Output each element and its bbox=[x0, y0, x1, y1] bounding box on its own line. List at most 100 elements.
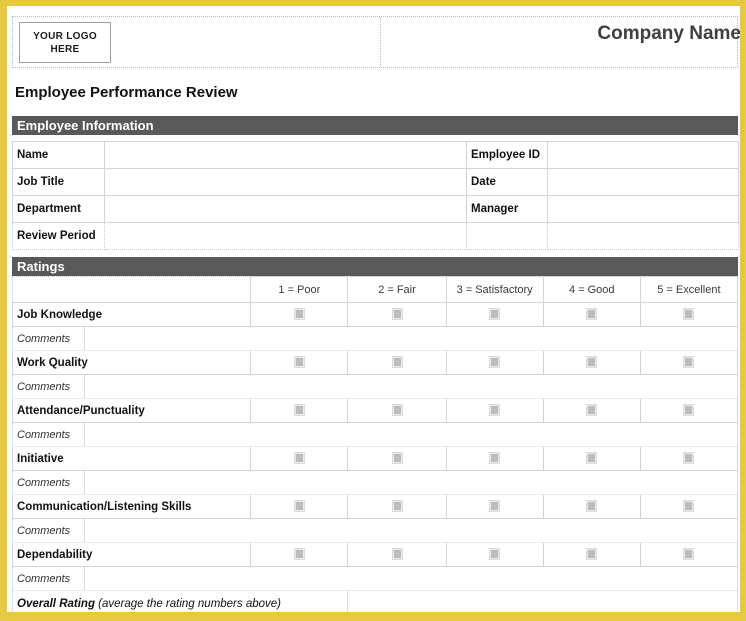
rating-checkbox-4[interactable] bbox=[542, 350, 641, 375]
overall-rating-row: Overall Rating (average the rating numbe… bbox=[11, 590, 738, 612]
field-label-manager: Manager bbox=[466, 195, 548, 223]
rating-checkbox-1[interactable] bbox=[250, 494, 349, 519]
rating-scale-3: 3 = Satisfactory bbox=[445, 276, 544, 303]
checkbox-icon bbox=[683, 452, 695, 465]
rating-checkbox-3[interactable] bbox=[445, 350, 544, 375]
field-value-blank[interactable] bbox=[547, 222, 739, 250]
checkbox-icon bbox=[683, 500, 695, 513]
comments-label: Comments bbox=[11, 326, 86, 351]
field-label-date: Date bbox=[466, 168, 548, 196]
table-row: Job Title Date bbox=[12, 168, 739, 196]
rating-checkbox-5[interactable] bbox=[639, 542, 739, 567]
comments-row: Comments bbox=[11, 422, 738, 447]
checkbox-icon bbox=[293, 452, 305, 465]
overall-rating-value[interactable] bbox=[347, 590, 738, 612]
rating-checkbox-1[interactable] bbox=[250, 398, 349, 423]
section-header-ratings: Ratings bbox=[12, 257, 738, 276]
field-label-name: Name bbox=[12, 141, 105, 169]
rating-checkbox-1[interactable] bbox=[250, 302, 349, 327]
comments-value[interactable] bbox=[84, 518, 738, 543]
checkbox-icon bbox=[391, 404, 403, 417]
checkbox-icon bbox=[586, 404, 598, 417]
rating-checkbox-1[interactable] bbox=[250, 542, 349, 567]
rating-checkbox-5[interactable] bbox=[639, 398, 739, 423]
field-value-manager[interactable] bbox=[547, 195, 739, 223]
rating-checkbox-5[interactable] bbox=[639, 446, 739, 471]
field-value-review-period[interactable] bbox=[104, 222, 467, 250]
rating-category-label: Work Quality bbox=[11, 350, 252, 375]
table-row: Name Employee ID bbox=[12, 141, 739, 169]
comments-row: Comments bbox=[11, 374, 738, 399]
overall-rating-label-cell: Overall Rating (average the rating numbe… bbox=[11, 590, 349, 612]
rating-checkbox-4[interactable] bbox=[542, 494, 641, 519]
field-label-job-title: Job Title bbox=[12, 168, 105, 196]
rating-category-label: Dependability bbox=[11, 542, 252, 567]
logo-line-2: HERE bbox=[50, 43, 80, 55]
rating-scale-5: 5 = Excellent bbox=[639, 276, 739, 303]
rating-checkbox-2[interactable] bbox=[347, 398, 447, 423]
rating-row-communication-listening-skills: Communication/Listening Skills bbox=[11, 494, 739, 519]
rating-checkbox-2[interactable] bbox=[347, 494, 447, 519]
field-value-name[interactable] bbox=[104, 141, 467, 169]
rating-checkbox-3[interactable] bbox=[445, 494, 544, 519]
rating-category-label: Initiative bbox=[11, 446, 252, 471]
field-label-department: Department bbox=[12, 195, 105, 223]
rating-checkbox-2[interactable] bbox=[347, 542, 447, 567]
rating-checkbox-4[interactable] bbox=[542, 542, 641, 567]
comments-value[interactable] bbox=[84, 326, 738, 351]
comments-value[interactable] bbox=[84, 374, 738, 399]
rating-checkbox-4[interactable] bbox=[542, 398, 641, 423]
field-value-date[interactable] bbox=[547, 168, 739, 196]
field-value-employee-id[interactable] bbox=[547, 141, 739, 169]
checkbox-icon bbox=[391, 308, 403, 321]
company-name[interactable]: Company Name bbox=[597, 23, 740, 45]
field-value-department[interactable] bbox=[104, 195, 467, 223]
rating-checkbox-5[interactable] bbox=[639, 350, 739, 375]
checkbox-icon bbox=[489, 452, 501, 465]
rating-checkbox-1[interactable] bbox=[250, 350, 349, 375]
rating-checkbox-2[interactable] bbox=[347, 350, 447, 375]
comments-label: Comments bbox=[11, 566, 86, 591]
comments-value[interactable] bbox=[84, 422, 738, 447]
rating-checkbox-2[interactable] bbox=[347, 302, 447, 327]
rating-checkbox-5[interactable] bbox=[639, 302, 739, 327]
checkbox-icon bbox=[683, 548, 695, 561]
comments-value[interactable] bbox=[84, 566, 738, 591]
table-row: Department Manager bbox=[12, 195, 739, 223]
checkbox-icon bbox=[683, 356, 695, 369]
checkbox-icon bbox=[293, 548, 305, 561]
rating-category-label: Job Knowledge bbox=[11, 302, 252, 327]
rating-checkbox-5[interactable] bbox=[639, 494, 739, 519]
rating-checkbox-4[interactable] bbox=[542, 302, 641, 327]
rating-checkbox-2[interactable] bbox=[347, 446, 447, 471]
checkbox-icon bbox=[489, 500, 501, 513]
checkbox-icon bbox=[391, 452, 403, 465]
rating-checkbox-3[interactable] bbox=[445, 446, 544, 471]
section-header-employee-information: Employee Information bbox=[12, 116, 738, 135]
ratings-corner-cell bbox=[11, 276, 252, 303]
checkbox-icon bbox=[391, 548, 403, 561]
comments-row: Comments bbox=[11, 326, 738, 351]
rating-checkbox-4[interactable] bbox=[542, 446, 641, 471]
overall-rating-note: (average the rating numbers above) bbox=[98, 597, 281, 610]
table-row: Review Period bbox=[12, 222, 739, 250]
comments-value[interactable] bbox=[84, 470, 738, 495]
rating-row-initiative: Initiative bbox=[11, 446, 739, 471]
checkbox-icon bbox=[489, 404, 501, 417]
rating-checkbox-3[interactable] bbox=[445, 302, 544, 327]
comments-row: Comments bbox=[11, 566, 738, 591]
rating-checkbox-3[interactable] bbox=[445, 542, 544, 567]
checkbox-icon bbox=[489, 548, 501, 561]
checkbox-icon bbox=[586, 308, 598, 321]
overall-rating-label: Overall Rating bbox=[17, 597, 95, 610]
rating-checkbox-1[interactable] bbox=[250, 446, 349, 471]
comments-label: Comments bbox=[11, 470, 86, 495]
checkbox-icon bbox=[293, 500, 305, 513]
field-value-job-title[interactable] bbox=[104, 168, 467, 196]
rating-row-job-knowledge: Job Knowledge bbox=[11, 302, 739, 327]
checkbox-icon bbox=[586, 548, 598, 561]
comments-label: Comments bbox=[11, 518, 86, 543]
rating-checkbox-3[interactable] bbox=[445, 398, 544, 423]
checkbox-icon bbox=[586, 452, 598, 465]
logo-placeholder[interactable]: YOUR LOGO HERE bbox=[19, 22, 111, 63]
